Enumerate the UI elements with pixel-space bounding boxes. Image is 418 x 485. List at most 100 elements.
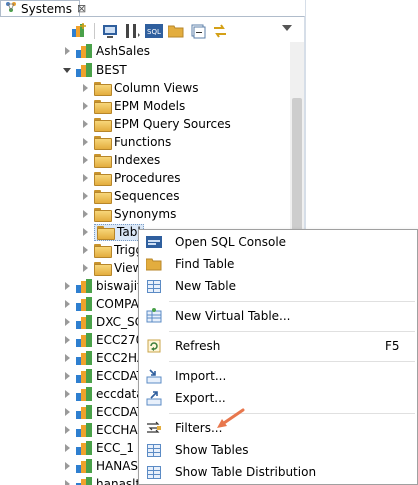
- tree-node-folder[interactable]: Column Views: [80, 79, 199, 97]
- expand-icon[interactable]: [80, 263, 90, 273]
- expand-icon[interactable]: [62, 353, 72, 363]
- table-icon: [146, 464, 162, 480]
- expand-icon[interactable]: [80, 191, 90, 201]
- tools-icon[interactable]: [123, 22, 141, 40]
- expand-icon[interactable]: [62, 371, 72, 381]
- menu-separator: [169, 361, 415, 362]
- export-icon: [146, 390, 162, 406]
- open-folder-icon[interactable]: [167, 22, 185, 40]
- link-icon[interactable]: [211, 22, 229, 40]
- tree-node-system[interactable]: ECC270: [62, 331, 143, 349]
- filter-icon: [146, 420, 162, 436]
- expand-icon[interactable]: [62, 425, 72, 435]
- expand-icon[interactable]: [80, 101, 90, 111]
- system-icon: [76, 44, 92, 58]
- monitor-icon[interactable]: [101, 22, 119, 40]
- system-icon: [76, 477, 92, 485]
- tree-node-system[interactable]: ECCDAT: [62, 403, 144, 421]
- tree-node-folder[interactable]: EPM Models: [80, 97, 185, 115]
- expand-icon[interactable]: [62, 407, 72, 417]
- folder-icon: [94, 118, 112, 132]
- expand-icon[interactable]: [62, 389, 72, 399]
- tree-node-system[interactable]: hanaslt: [62, 475, 140, 485]
- menu-item-label: New Virtual Table...: [175, 309, 291, 323]
- menu-separator: [169, 301, 415, 302]
- expand-icon[interactable]: [80, 173, 90, 183]
- expand-icon[interactable]: [62, 443, 72, 453]
- menu-item-refresh[interactable]: Refresh F5: [139, 335, 417, 357]
- expand-icon[interactable]: [62, 479, 72, 485]
- tree-node-system[interactable]: biswajit: [62, 277, 142, 295]
- tree-node-system[interactable]: ECC_1: [62, 439, 134, 457]
- expand-icon[interactable]: [62, 335, 72, 345]
- tree-node-label: ECC_1: [96, 441, 134, 455]
- expand-icon[interactable]: [62, 46, 72, 56]
- menu-item-import[interactable]: Import...: [139, 365, 417, 387]
- tree-node-folder[interactable]: View: [80, 259, 142, 277]
- system-icon: [76, 351, 92, 365]
- close-icon[interactable]: ⊠: [77, 2, 86, 15]
- collapse-tree-icon[interactable]: [62, 65, 72, 75]
- expand-icon[interactable]: [62, 461, 72, 471]
- menu-item-show-tables[interactable]: Show Tables: [139, 439, 417, 461]
- expand-icon[interactable]: [80, 119, 90, 129]
- tree-node-system[interactable]: ECCDAT: [62, 367, 144, 385]
- sql-icon[interactable]: SQL: [145, 22, 163, 40]
- tree-node-system[interactable]: eccdata: [62, 385, 144, 403]
- menu-item-label: Show Tables: [175, 443, 249, 457]
- new-system-icon[interactable]: [70, 22, 88, 40]
- folder-icon: [94, 82, 112, 96]
- menu-item-new-table[interactable]: New Table: [139, 275, 417, 297]
- system-icon: [76, 63, 92, 77]
- tree-node-system[interactable]: ECCHAN: [62, 421, 147, 439]
- expand-icon[interactable]: [62, 317, 72, 327]
- folder-icon: [94, 190, 112, 204]
- menu-item-find-table[interactable]: Find Table: [139, 253, 417, 275]
- tab-systems[interactable]: Systems ⊠: [0, 0, 86, 16]
- tree-node-folder[interactable]: Sequences: [80, 187, 179, 205]
- menu-item-export[interactable]: Export...: [139, 387, 417, 409]
- tree-node-best[interactable]: BEST: [62, 61, 127, 79]
- collapse-icon[interactable]: [189, 22, 207, 40]
- tree-node-system[interactable]: HANASC: [62, 457, 146, 475]
- tree-node-label: ECCDAT: [96, 369, 144, 383]
- expand-icon[interactable]: [80, 83, 90, 93]
- tree-node-label: hanaslt: [96, 477, 141, 485]
- tree-node-folder[interactable]: Synonyms: [80, 205, 176, 223]
- tree-node-folder[interactable]: Functions: [80, 133, 171, 151]
- expand-icon[interactable]: [62, 299, 72, 309]
- virtual-table-icon: [146, 308, 162, 324]
- menu-item-open-sql-console[interactable]: Open SQL Console: [139, 231, 417, 253]
- tree-node-ashsales[interactable]: AshSales: [62, 42, 150, 60]
- menu-item-show-table-distribution[interactable]: Show Table Distribution: [139, 461, 417, 483]
- tree-node-system[interactable]: COMPA: [62, 295, 139, 313]
- expand-icon[interactable]: [80, 245, 90, 255]
- folder-icon: [94, 208, 112, 222]
- tree-node-label: eccdata: [96, 387, 144, 401]
- expand-icon[interactable]: [80, 155, 90, 165]
- expand-icon[interactable]: [80, 209, 90, 219]
- expand-icon[interactable]: [62, 281, 72, 291]
- tree-node-folder[interactable]: Indexes: [80, 151, 160, 169]
- tree-node-folder[interactable]: EPM Query Sources: [80, 115, 231, 133]
- tree-node-label: ECCDAT: [96, 405, 144, 419]
- tree-node-system[interactable]: ECC2HA: [62, 349, 145, 367]
- tree-node-system[interactable]: DXC_SC: [62, 313, 143, 331]
- menu-item-label: New Table: [175, 279, 237, 293]
- menu-item-label: Import...: [175, 369, 227, 383]
- tree-node-label: COMPA: [96, 297, 139, 311]
- system-icon: [76, 369, 92, 383]
- view-menu-chevron-down-icon[interactable]: [282, 25, 292, 31]
- selected-node-highlight[interactable]: Tabl: [94, 223, 144, 241]
- scrollbar-thumb[interactable]: [292, 98, 302, 238]
- menu-item-new-virtual-table[interactable]: New Virtual Table...: [139, 305, 417, 327]
- expand-icon[interactable]: [80, 227, 90, 237]
- tree-node-folder-tables[interactable]: Tabl: [80, 223, 144, 241]
- menu-item-label: Find Table: [175, 257, 235, 271]
- tree-node-folder[interactable]: Trigg: [80, 241, 143, 259]
- view-toolbar: SQL: [70, 20, 229, 42]
- folder-icon: [97, 226, 115, 240]
- tree-node-folder[interactable]: Procedures: [80, 169, 181, 187]
- expand-icon[interactable]: [80, 137, 90, 147]
- menu-item-filters[interactable]: Filters...: [139, 417, 417, 439]
